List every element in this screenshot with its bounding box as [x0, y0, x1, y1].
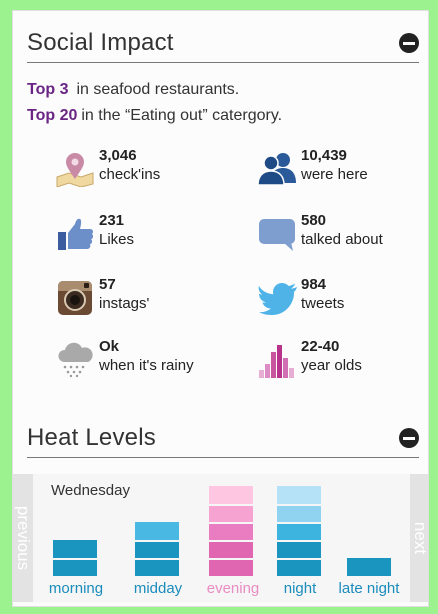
stat-tweets: 984 tweets: [257, 276, 427, 320]
time-label-evening: evening: [206, 580, 260, 597]
heat-bar-segment: [135, 522, 179, 540]
stat-label: were here: [301, 166, 368, 183]
stat-value: 22-40: [301, 338, 340, 355]
collapse-heat-button[interactable]: [399, 428, 419, 448]
stat-label: when it's rainy: [99, 357, 194, 374]
heat-bar-segment: [347, 558, 391, 576]
stat-label: Likes: [99, 231, 135, 248]
heat-bar-midday: [135, 522, 179, 576]
stat-value: 231: [99, 212, 125, 229]
time-label-midday: midday: [133, 580, 183, 597]
heat-bar-segment: [135, 558, 179, 576]
instagram-icon: [58, 281, 92, 315]
rank-line-seafood: Top 3 in seafood restaurants.: [27, 81, 239, 99]
heat-bar-segment: [277, 540, 321, 558]
stat-value: 57: [99, 276, 116, 293]
map-pin-icon: [56, 153, 94, 187]
heat-bar-segment: [209, 540, 253, 558]
heat-bar-segment: [277, 486, 321, 504]
day-label: Wednesday: [51, 482, 130, 499]
speech-bubble-icon: [259, 219, 295, 251]
stat-age-range: 22-40 year olds: [257, 338, 427, 382]
heat-bar-segment: [135, 540, 179, 558]
heat-bar-segment: [277, 558, 321, 576]
rain-cloud-icon: [58, 342, 93, 378]
next-day-button[interactable]: next: [410, 474, 429, 602]
heat-levels-header: Heat Levels: [27, 424, 419, 458]
time-label-night: night: [283, 580, 317, 597]
heat-bar-segment: [209, 504, 253, 522]
rank-highlight: Top 20: [27, 107, 78, 124]
people-icon: [257, 153, 296, 186]
stat-value: 984: [301, 276, 327, 293]
heat-levels-panel: previous next Wednesday morning midday eve…: [13, 474, 429, 602]
heat-bar-segment: [53, 558, 97, 576]
collapse-social-button[interactable]: [399, 33, 419, 53]
heat-bar-segment: [209, 522, 253, 540]
social-impact-header: Social Impact: [27, 29, 419, 63]
rank-highlight: Top 3: [27, 81, 69, 98]
heat-bar-segment: [277, 522, 321, 540]
social-impact-card: Social Impact Top 3 in seafood restaurant…: [12, 10, 429, 607]
heat-levels-title: Heat Levels: [27, 424, 156, 451]
rank-text: in the “Eating out” catergory.: [81, 107, 283, 124]
heat-bar-segment: [209, 486, 253, 504]
twitter-bird-icon: [258, 283, 297, 315]
stat-value: Ok: [99, 338, 120, 355]
heat-bar-evening: [209, 486, 253, 576]
rank-line-eating-out: Top 20 in the “Eating out” catergory.: [27, 107, 282, 125]
heat-bar-morning: [53, 540, 97, 576]
heat-bar-night: [277, 486, 321, 576]
stat-talked-about: 580 talked about: [257, 212, 427, 256]
heat-bar-late-night: [347, 558, 391, 576]
stat-label: check'ins: [99, 166, 161, 183]
stat-label: year olds: [301, 357, 362, 374]
stat-label: tweets: [301, 295, 345, 312]
previous-label: previous: [14, 505, 33, 571]
next-label: next: [411, 521, 429, 555]
stat-label: instags': [99, 295, 150, 312]
previous-day-button[interactable]: previous: [13, 474, 33, 602]
social-impact-title: Social Impact: [27, 29, 174, 56]
stat-value: 580: [301, 212, 327, 229]
age-bars-icon: [259, 345, 294, 378]
heat-bar-segment: [53, 540, 97, 558]
stat-likes: 231 Likes: [55, 212, 225, 256]
heat-bar-segment: [277, 504, 321, 522]
heat-bar-segment: [209, 558, 253, 576]
stat-label: talked about: [301, 231, 383, 248]
time-label-morning: morning: [48, 580, 104, 597]
thumbs-up-icon: [58, 218, 94, 250]
stat-value: 10,439: [301, 147, 347, 164]
stat-checkins: 3,046 check'ins: [55, 147, 225, 191]
stat-were-here: 10,439 were here: [257, 147, 427, 191]
stat-rainy: Ok when it's rainy: [55, 338, 225, 382]
time-label-late-night: late night: [338, 580, 400, 597]
rank-text: in seafood restaurants.: [76, 81, 240, 98]
stat-value: 3,046: [99, 147, 137, 164]
stat-instags: 57 instags': [55, 276, 225, 320]
